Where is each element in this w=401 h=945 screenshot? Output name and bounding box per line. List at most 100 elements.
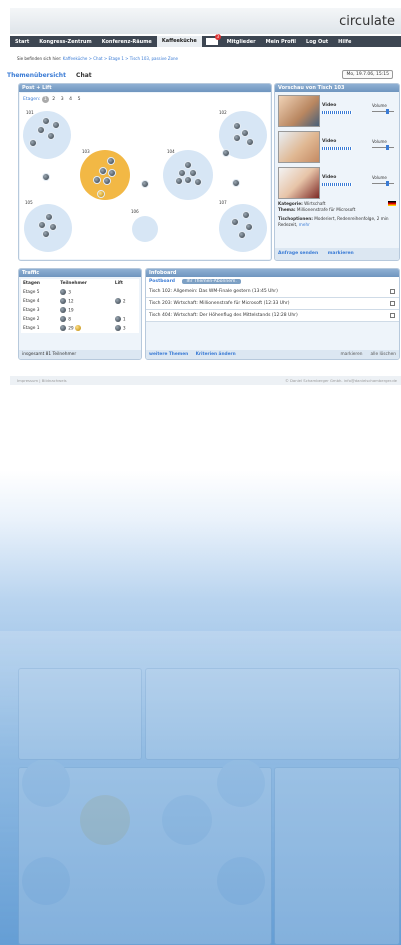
table-row[interactable]: Etage 3 19 [21, 306, 139, 315]
cell-etage: Etage 2 [23, 317, 40, 322]
volume-slider[interactable] [372, 181, 394, 186]
etage-3[interactable]: 3 [59, 96, 66, 103]
traffic-panel: Traffic Etagen Teilnehmer Lift Etage 5 3… [18, 268, 142, 360]
kriterien-link[interactable]: Kriterien ändern [196, 352, 236, 357]
list-item[interactable]: Tisch 102: Allgemein: Das WM-Finale gest… [146, 286, 399, 298]
nav-kongress[interactable]: Kongress-Zentrum [34, 39, 96, 45]
postboard-tab[interactable]: Postboard [149, 279, 175, 284]
cell-teilnehmer: 8 [58, 315, 113, 324]
preview-participant: Video Volume [278, 167, 396, 199]
participant[interactable] [103, 177, 111, 185]
message-text: Tisch 203: Wirtschaft: Millionenstrafe f… [149, 301, 290, 306]
table-row[interactable]: Etage 1 29 3 [21, 324, 139, 333]
participant[interactable] [52, 121, 60, 129]
tab-chat[interactable]: Chat [76, 72, 92, 79]
themen-abo-button[interactable]: Ihr Themen-Abonnem. [182, 279, 241, 284]
traffic-table: Etagen Teilnehmer Lift Etage 5 3 Etage 4… [21, 279, 139, 333]
participant[interactable] [222, 149, 230, 157]
participant[interactable] [107, 157, 115, 165]
teilnehmer-count: 29 [68, 326, 74, 332]
list-item[interactable]: Tisch 203: Wirtschaft: Millionenstrafe f… [146, 298, 399, 310]
etage-2[interactable]: 2 [50, 96, 57, 103]
participant[interactable] [29, 139, 37, 147]
col-etagen: Etagen [23, 281, 40, 286]
footer-links[interactable]: Impressum | Bildnachweis [17, 376, 67, 385]
anfrage-senden-button[interactable]: Anfrage senden [278, 251, 318, 256]
nav-kaffeekueche[interactable]: Kaffeeküche [156, 36, 202, 47]
participant[interactable] [184, 161, 192, 169]
participant[interactable] [99, 167, 107, 175]
breadcrumb-path[interactable]: Kaffeeküche > Chat > Etage 1 > Tisch 103… [63, 56, 178, 61]
nav-logout[interactable]: Log Out [301, 39, 333, 45]
table-106[interactable] [132, 216, 158, 242]
checkbox-icon[interactable] [390, 313, 395, 318]
table-info: Kategorie: Wirtschaft Thema: Millionenst… [278, 201, 396, 228]
mehr-link[interactable]: mehr [299, 222, 310, 227]
weitere-themen-link[interactable]: weitere Themen [149, 352, 188, 357]
participant[interactable] [233, 122, 241, 130]
participant[interactable] [49, 223, 57, 231]
participant[interactable] [194, 178, 202, 186]
teilnehmer-count: 19 [68, 308, 74, 314]
participant-self[interactable] [97, 190, 105, 198]
nav-profil[interactable]: Mein Profil [261, 39, 301, 45]
volume-label: Volume [372, 139, 387, 144]
markieren-button[interactable]: markieren [328, 251, 354, 256]
checkbox-icon[interactable] [390, 301, 395, 306]
video-level [322, 183, 352, 186]
participant[interactable] [45, 213, 53, 221]
floor-panel: Post + Lift Etagen: 1 2 3 4 5 101 102 10… [18, 83, 272, 261]
table-104[interactable] [163, 150, 213, 200]
participant[interactable] [141, 180, 149, 188]
list-item[interactable]: Tisch 404: Wirtschaft: Der Höhenflug des… [146, 310, 399, 322]
cell-lift: 2 [113, 297, 139, 306]
participant[interactable] [38, 221, 46, 229]
participant[interactable] [242, 211, 250, 219]
participant[interactable] [175, 177, 183, 185]
participant[interactable] [231, 218, 239, 226]
mail-icon[interactable]: 3 [205, 34, 221, 45]
participant[interactable] [232, 179, 240, 187]
participant[interactable] [233, 134, 241, 142]
participant[interactable] [238, 231, 246, 239]
nav-konferenz[interactable]: Konferenz-Räume [97, 39, 157, 45]
table-row[interactable]: Etage 5 3 [21, 288, 139, 297]
nav-hilfe[interactable]: Hilfe [333, 39, 356, 45]
volume-slider[interactable] [372, 145, 394, 150]
table-row[interactable]: Etage 2 8 1 [21, 315, 139, 324]
mail-badge: 3 [214, 34, 221, 40]
reflection-shape [22, 857, 70, 905]
nav-start[interactable]: Start [10, 39, 34, 45]
participant[interactable] [246, 138, 254, 146]
participant[interactable] [42, 230, 50, 238]
cell-etage: Etage 3 [23, 308, 40, 313]
table-row[interactable]: Etage 4 12 2 [21, 297, 139, 306]
participant[interactable] [184, 176, 192, 184]
participant[interactable] [42, 117, 50, 125]
table-105[interactable] [24, 204, 72, 252]
participant[interactable] [241, 129, 249, 137]
participant[interactable] [47, 132, 55, 140]
infoboard-footer: weitere Themen Kriterien ändern alle lös… [146, 350, 399, 359]
etage-4[interactable]: 4 [67, 96, 74, 103]
checkbox-icon[interactable] [390, 289, 395, 294]
participant[interactable] [108, 169, 116, 177]
lift-count: 2 [122, 299, 126, 305]
etage-5[interactable]: 5 [76, 96, 83, 103]
etage-1[interactable]: 1 [41, 96, 49, 103]
etagen-selector: Etagen: 1 2 3 4 5 [23, 96, 83, 103]
cell-etage: Etage 5 [23, 290, 40, 295]
volume-slider[interactable] [372, 109, 394, 114]
participant[interactable] [93, 176, 101, 184]
thema-value: Millionenstrafe für Microsoft [296, 207, 356, 212]
alle-loeschen-link[interactable]: alle löschen [370, 350, 396, 359]
lift-count: 3 [122, 326, 126, 332]
table-103[interactable] [80, 150, 130, 200]
nav-mitglieder[interactable]: Mitglieder [222, 39, 261, 45]
participant[interactable] [42, 173, 50, 181]
reflection-decoration [0, 631, 401, 945]
participant[interactable] [37, 126, 45, 134]
tab-themenuebersicht[interactable]: Themenübersicht [7, 72, 66, 79]
markieren-link[interactable]: markieren [341, 350, 363, 359]
participant[interactable] [245, 223, 253, 231]
